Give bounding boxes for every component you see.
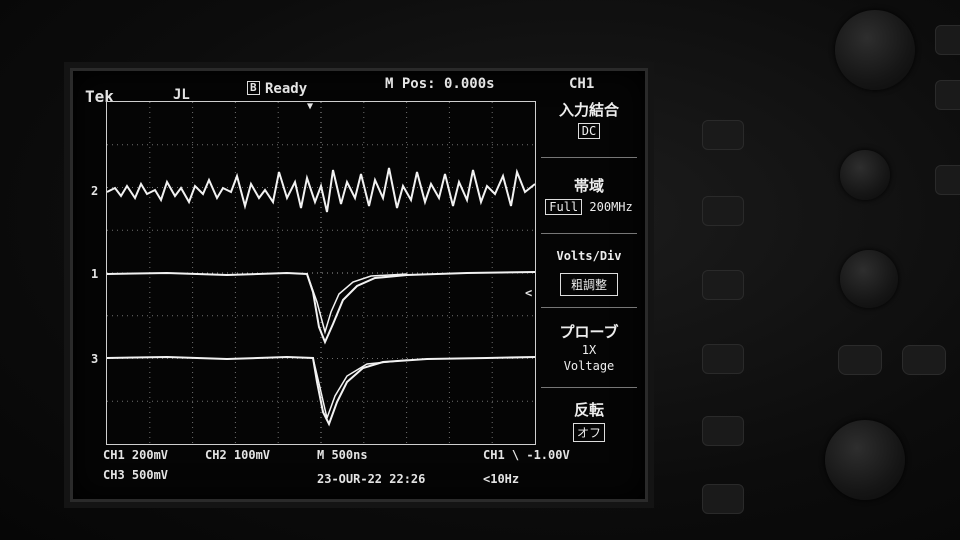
trigger-level-marker: < — [525, 286, 533, 300]
invert-value: オフ — [572, 423, 605, 442]
trigger-readout: CH1 \ -1.00V — [483, 448, 570, 462]
vertical-position-knob[interactable] — [840, 150, 890, 200]
status-marker-icon: B — [247, 81, 260, 95]
status-text: Ready — [265, 81, 308, 97]
menu-option-button-1[interactable] — [702, 120, 744, 150]
graticule — [106, 101, 536, 445]
ch2-waveform — [106, 167, 536, 213]
right-edge-button-1[interactable] — [935, 80, 960, 110]
timestamp: 23-OUR-22 22:26 — [317, 472, 426, 486]
menu-option-button-3[interactable] — [702, 270, 744, 300]
horizontal-position: M Pos: 0.000s — [385, 76, 495, 92]
ch1-ground-marker: 1 — [91, 267, 99, 281]
bandwidth-label: 帯域 — [573, 177, 604, 195]
coupling-value: DC — [577, 123, 601, 139]
right-edge-button-2[interactable] — [935, 165, 960, 195]
ch1-scale: CH1 200mV — [103, 448, 169, 462]
oscilloscope-screen: Tek JL B Ready M Pos: 0.000s CH1 ▼ 2 1 3… — [70, 68, 648, 502]
probe-type: Voltage — [563, 359, 615, 373]
menu-option-button-5[interactable] — [702, 416, 744, 446]
timebase: M 500ns — [317, 448, 368, 462]
volts-div-value: 粗調整 — [559, 273, 618, 296]
ch3-waveform-echo — [312, 357, 408, 421]
channel-title: CH1 — [569, 76, 595, 92]
position-knob-bottom[interactable] — [825, 420, 905, 500]
volts-div-label: Volts/Div — [556, 249, 622, 263]
menu-bandwidth[interactable]: 帯域 Full 200MHz — [541, 169, 637, 234]
coupling-label: 入力結合 — [558, 101, 619, 119]
ch1-menu-button[interactable] — [838, 345, 882, 375]
volts-div-knob[interactable] — [840, 250, 898, 308]
menu-probe[interactable]: プローブ 1X Voltage — [541, 315, 637, 388]
math-menu-button[interactable] — [902, 345, 946, 375]
menu-off-button[interactable] — [702, 484, 744, 514]
menu-volts-div[interactable]: Volts/Div 粗調整 — [541, 243, 637, 308]
menu-coupling[interactable]: 入力結合 DC — [541, 93, 637, 158]
vertical-menu: 入力結合 DC 帯域 Full 200MHz Volts/Div 粗調整 プロー… — [541, 93, 637, 473]
invert-label: 反転 — [573, 401, 604, 419]
ch2-ground-marker: 2 — [91, 184, 99, 198]
menu-option-button-4[interactable] — [702, 344, 744, 374]
menu-option-button-2[interactable] — [702, 196, 744, 226]
bandwidth-value: 200MHz — [589, 200, 633, 214]
multipurpose-knob-top[interactable] — [835, 10, 915, 90]
probe-label: プローブ — [559, 323, 619, 341]
waveform-display — [106, 102, 536, 444]
probe-value: 1X — [581, 343, 597, 357]
ch2-scale: CH2 100mV — [205, 448, 271, 462]
trigger-frequency: <10Hz — [483, 472, 520, 486]
bandwidth-mode: Full — [545, 199, 583, 215]
right-edge-button-3[interactable] — [935, 25, 960, 55]
ch3-scale: CH3 500mV — [103, 468, 169, 482]
ch1-waveform-echo — [306, 273, 408, 335]
ch3-ground-marker: 3 — [91, 352, 99, 366]
